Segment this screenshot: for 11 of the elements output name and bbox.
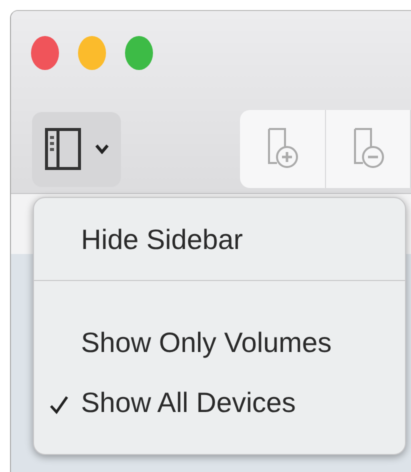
menu-item[interactable]: Show Only Volumes [34, 313, 405, 373]
close-button[interactable] [31, 36, 59, 70]
sidebar-button[interactable] [32, 112, 122, 186]
menu-item[interactable]: Show All Devices [34, 373, 405, 433]
sidebar-icon [44, 128, 81, 170]
add-disk-icon [265, 127, 300, 171]
chevron-down-icon [94, 144, 109, 154]
checkmark-icon [49, 395, 69, 415]
zoom-button[interactable] [125, 36, 153, 70]
minimize-button[interactable] [78, 36, 106, 70]
menu-item[interactable]: Hide Sidebar [34, 204, 405, 276]
